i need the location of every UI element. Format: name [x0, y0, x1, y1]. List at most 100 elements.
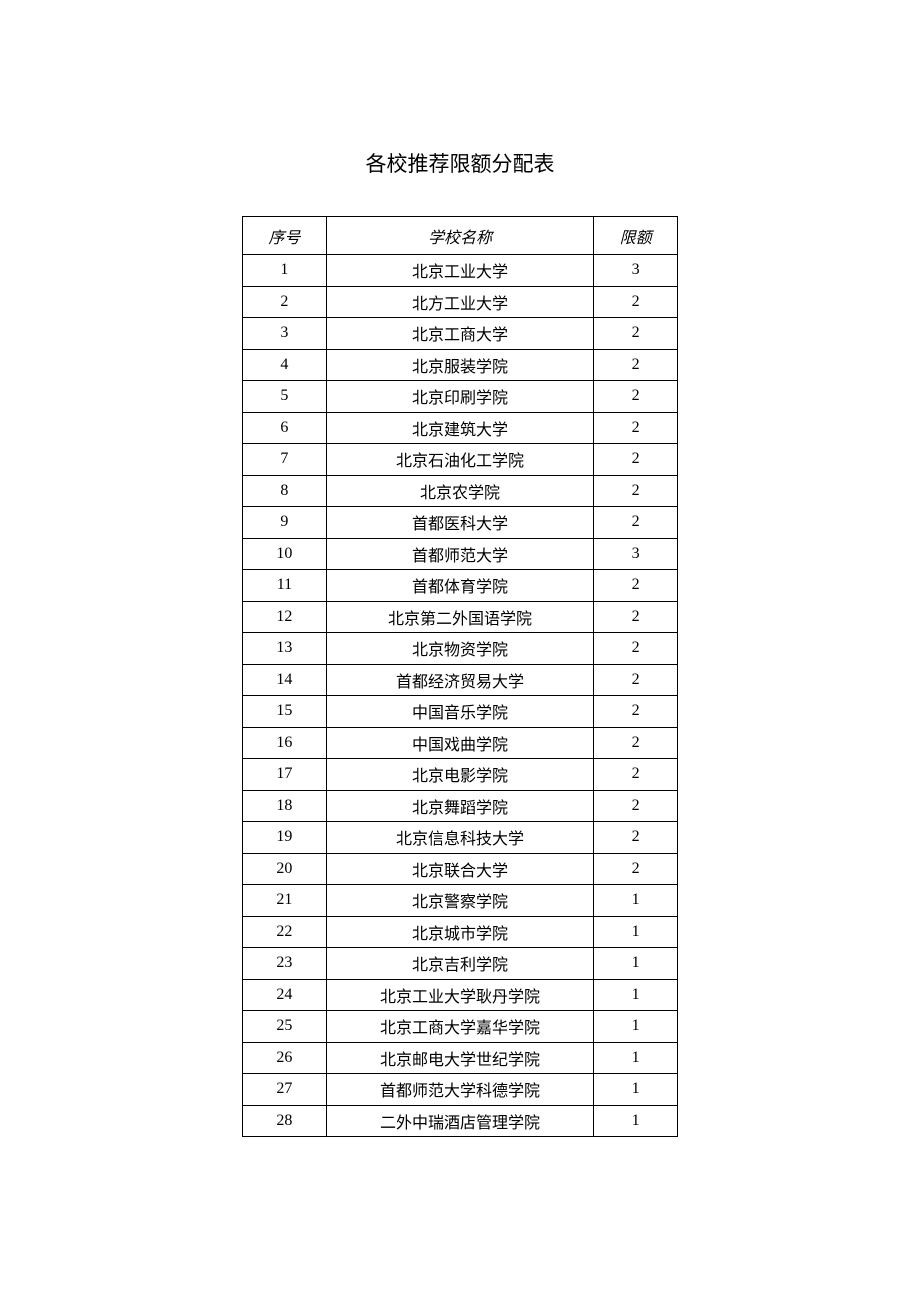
cell-name: 北方工业大学 — [326, 286, 593, 318]
table-row: 22北京城市学院1 — [243, 916, 678, 948]
cell-name: 北京印刷学院 — [326, 381, 593, 413]
cell-seq: 24 — [243, 979, 327, 1011]
cell-seq: 11 — [243, 570, 327, 602]
table-container: 序号 学校名称 限额 1北京工业大学32北方工业大学23北京工商大学24北京服装… — [0, 216, 920, 1137]
cell-quota: 2 — [594, 412, 678, 444]
header-seq: 序号 — [243, 217, 327, 255]
table-row: 19北京信息科技大学2 — [243, 822, 678, 854]
cell-name: 北京石油化工学院 — [326, 444, 593, 476]
cell-quota: 2 — [594, 633, 678, 665]
cell-quota: 2 — [594, 286, 678, 318]
cell-quota: 2 — [594, 381, 678, 413]
table-row: 13北京物资学院2 — [243, 633, 678, 665]
table-row: 27首都师范大学科德学院1 — [243, 1074, 678, 1106]
cell-name: 二外中瑞酒店管理学院 — [326, 1105, 593, 1137]
cell-quota: 2 — [594, 759, 678, 791]
table-row: 28二外中瑞酒店管理学院1 — [243, 1105, 678, 1137]
cell-name: 北京邮电大学世纪学院 — [326, 1042, 593, 1074]
cell-seq: 25 — [243, 1011, 327, 1043]
cell-seq: 28 — [243, 1105, 327, 1137]
cell-quota: 1 — [594, 885, 678, 917]
cell-seq: 5 — [243, 381, 327, 413]
cell-name: 首都经济贸易大学 — [326, 664, 593, 696]
cell-quota: 1 — [594, 1042, 678, 1074]
table-row: 24北京工业大学耿丹学院1 — [243, 979, 678, 1011]
cell-seq: 6 — [243, 412, 327, 444]
cell-name: 北京工业大学 — [326, 255, 593, 287]
cell-name: 首都医科大学 — [326, 507, 593, 539]
cell-quota: 2 — [594, 790, 678, 822]
cell-seq: 1 — [243, 255, 327, 287]
table-row: 4北京服装学院2 — [243, 349, 678, 381]
cell-quota: 2 — [594, 507, 678, 539]
cell-seq: 14 — [243, 664, 327, 696]
cell-name: 北京吉利学院 — [326, 948, 593, 980]
cell-quota: 2 — [594, 475, 678, 507]
cell-name: 中国音乐学院 — [326, 696, 593, 728]
cell-seq: 12 — [243, 601, 327, 633]
table-row: 23北京吉利学院1 — [243, 948, 678, 980]
cell-seq: 21 — [243, 885, 327, 917]
cell-seq: 9 — [243, 507, 327, 539]
cell-quota: 1 — [594, 1011, 678, 1043]
table-row: 1北京工业大学3 — [243, 255, 678, 287]
cell-quota: 2 — [594, 570, 678, 602]
cell-quota: 2 — [594, 318, 678, 350]
cell-name: 北京警察学院 — [326, 885, 593, 917]
cell-name: 首都体育学院 — [326, 570, 593, 602]
header-quota: 限额 — [594, 217, 678, 255]
table-row: 6北京建筑大学2 — [243, 412, 678, 444]
cell-quota: 2 — [594, 727, 678, 759]
table-row: 16中国戏曲学院2 — [243, 727, 678, 759]
table-row: 26北京邮电大学世纪学院1 — [243, 1042, 678, 1074]
cell-name: 中国戏曲学院 — [326, 727, 593, 759]
cell-seq: 7 — [243, 444, 327, 476]
cell-name: 北京信息科技大学 — [326, 822, 593, 854]
cell-quota: 1 — [594, 916, 678, 948]
cell-quota: 2 — [594, 349, 678, 381]
cell-quota: 2 — [594, 444, 678, 476]
cell-seq: 10 — [243, 538, 327, 570]
cell-name: 北京第二外国语学院 — [326, 601, 593, 633]
table-row: 8北京农学院2 — [243, 475, 678, 507]
table-row: 12北京第二外国语学院2 — [243, 601, 678, 633]
cell-quota: 3 — [594, 538, 678, 570]
cell-quota: 2 — [594, 822, 678, 854]
cell-quota: 2 — [594, 601, 678, 633]
cell-seq: 26 — [243, 1042, 327, 1074]
cell-quota: 1 — [594, 948, 678, 980]
cell-seq: 22 — [243, 916, 327, 948]
cell-seq: 19 — [243, 822, 327, 854]
table-row: 3北京工商大学2 — [243, 318, 678, 350]
cell-seq: 16 — [243, 727, 327, 759]
cell-seq: 2 — [243, 286, 327, 318]
cell-seq: 4 — [243, 349, 327, 381]
cell-name: 北京建筑大学 — [326, 412, 593, 444]
cell-quota: 3 — [594, 255, 678, 287]
cell-name: 首都师范大学科德学院 — [326, 1074, 593, 1106]
cell-seq: 23 — [243, 948, 327, 980]
cell-name: 北京服装学院 — [326, 349, 593, 381]
table-row: 11首都体育学院2 — [243, 570, 678, 602]
cell-seq: 18 — [243, 790, 327, 822]
cell-quota: 2 — [594, 696, 678, 728]
cell-seq: 27 — [243, 1074, 327, 1106]
table-row: 20北京联合大学2 — [243, 853, 678, 885]
cell-name: 北京物资学院 — [326, 633, 593, 665]
cell-seq: 3 — [243, 318, 327, 350]
table-row: 25北京工商大学嘉华学院1 — [243, 1011, 678, 1043]
table-row: 15中国音乐学院2 — [243, 696, 678, 728]
table-row: 18北京舞蹈学院2 — [243, 790, 678, 822]
header-name: 学校名称 — [326, 217, 593, 255]
table-row: 9首都医科大学2 — [243, 507, 678, 539]
table-row: 14首都经济贸易大学2 — [243, 664, 678, 696]
cell-name: 北京工商大学 — [326, 318, 593, 350]
cell-name: 北京舞蹈学院 — [326, 790, 593, 822]
table-row: 17北京电影学院2 — [243, 759, 678, 791]
cell-name: 北京联合大学 — [326, 853, 593, 885]
cell-quota: 1 — [594, 1105, 678, 1137]
cell-seq: 15 — [243, 696, 327, 728]
page-title: 各校推荐限额分配表 — [0, 0, 920, 216]
cell-quota: 1 — [594, 979, 678, 1011]
cell-quota: 1 — [594, 1074, 678, 1106]
